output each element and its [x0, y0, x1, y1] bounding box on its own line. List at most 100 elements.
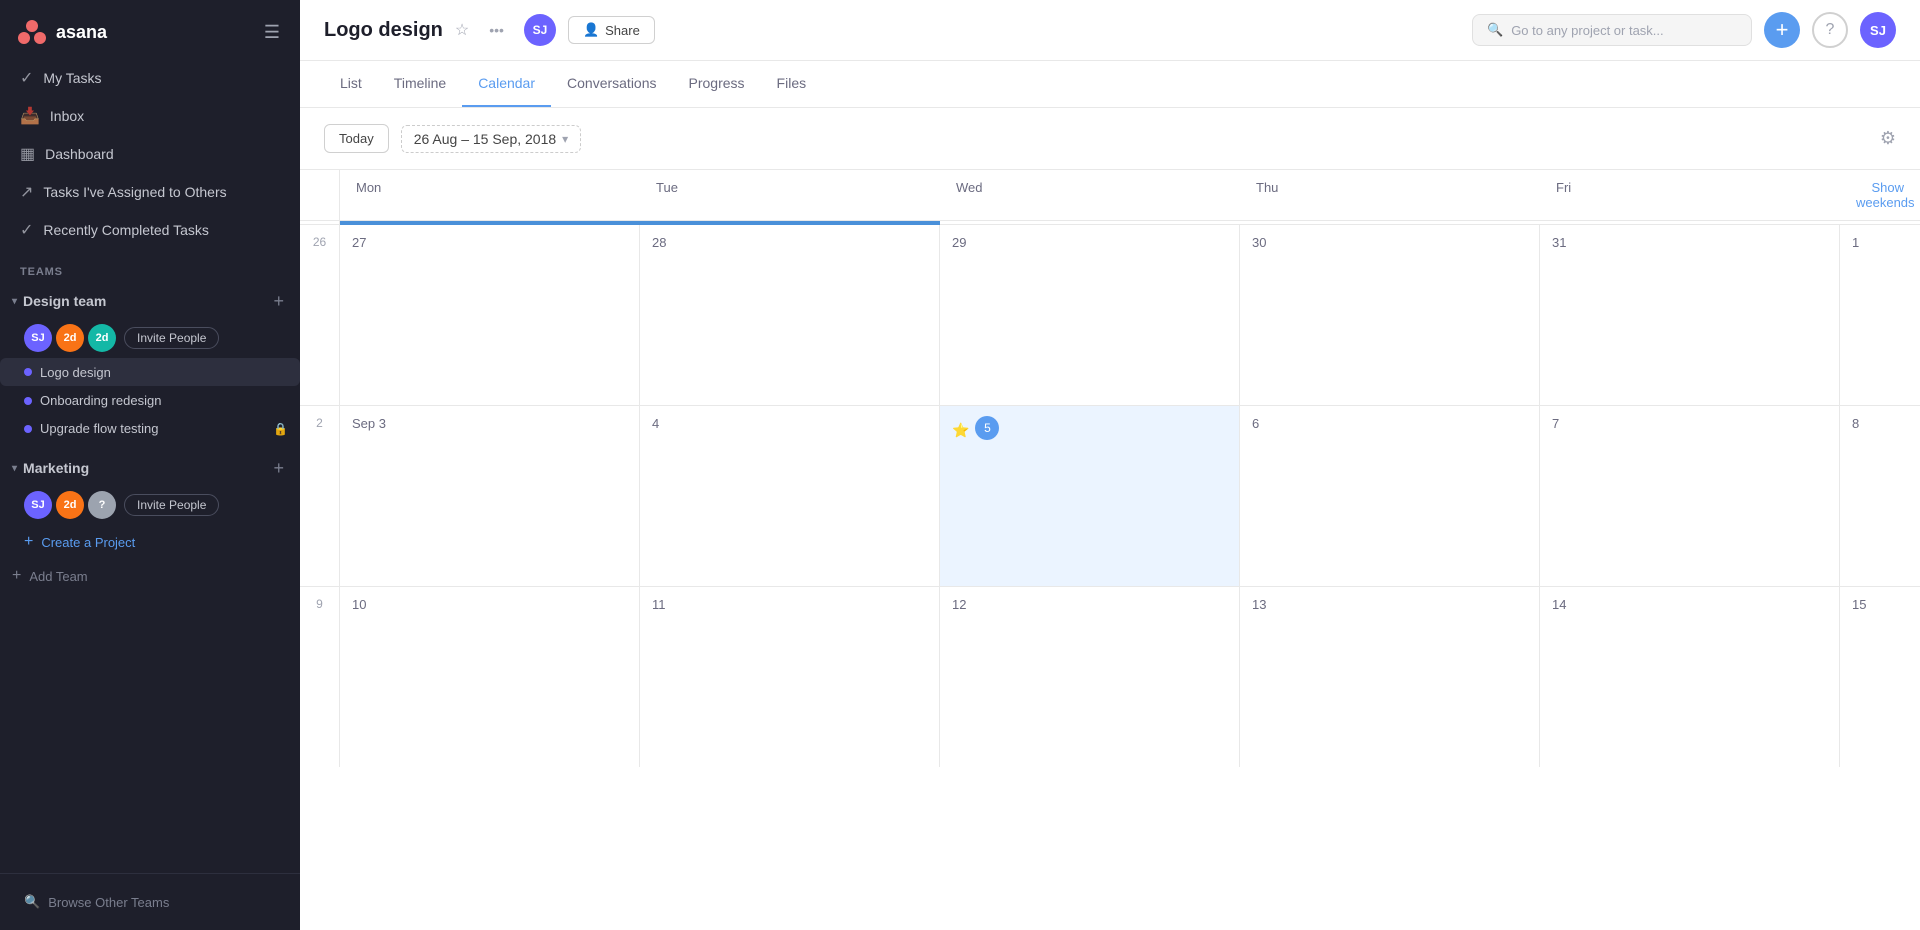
col-header-wed: Wed — [940, 170, 1240, 220]
project-label-upgrade: Upgrade flow testing — [40, 421, 159, 436]
project-dot-onboarding — [24, 397, 32, 405]
design-team-members: SJ 2d 2d Invite People — [0, 318, 300, 358]
calendar-day-15[interactable]: 15 — [1840, 587, 1920, 767]
sidebar-item-tasks-assigned-label: Tasks I've Assigned to Others — [43, 184, 226, 200]
calendar-settings-button[interactable]: ⚙ — [1880, 128, 1896, 149]
sidebar-item-my-tasks[interactable]: ✓ My Tasks — [8, 60, 292, 96]
collapse-sidebar-button[interactable]: ☰ — [260, 18, 284, 47]
project-dot-logo — [24, 368, 32, 376]
tabs-nav: List Timeline Calendar Conversations Pro… — [300, 61, 1920, 108]
sidebar-item-tasks-assigned[interactable]: ↗ Tasks I've Assigned to Others — [8, 174, 292, 210]
project-label-onboarding: Onboarding redesign — [40, 393, 161, 408]
show-weekends-button[interactable]: Show weekends — [1840, 170, 1920, 220]
calendar-day-11[interactable]: 11 — [640, 587, 940, 767]
add-to-design-team-button[interactable]: + — [269, 292, 288, 310]
marketing-team-invite-button[interactable]: Invite People — [124, 494, 219, 516]
sidebar-item-dashboard-label: Dashboard — [45, 146, 114, 162]
create-project-button[interactable]: + Create a Project — [0, 525, 300, 559]
calendar-day-6[interactable]: 6 — [1240, 406, 1540, 586]
topbar: Logo design ☆ ••• SJ 👤 Share 🔍 Go to any… — [300, 0, 1920, 61]
sidebar-item-inbox-label: Inbox — [50, 108, 84, 124]
create-project-label: Create a Project — [41, 535, 135, 550]
avatar-2d-marketing: 2d — [56, 491, 84, 519]
team-marketing-header[interactable]: ▾ Marketing + — [0, 451, 300, 485]
day-number-30: 30 — [1252, 235, 1527, 250]
calendar-day-8[interactable]: 8 — [1840, 406, 1920, 586]
plus-icon-team: + — [12, 567, 21, 585]
chevron-down-icon-marketing: ▾ — [12, 463, 17, 474]
tab-calendar[interactable]: Calendar — [462, 61, 551, 107]
project-item-upgrade[interactable]: Upgrade flow testing 🔒 — [0, 415, 300, 442]
date-range-picker[interactable]: 26 Aug – 15 Sep, 2018 ▾ — [401, 125, 582, 153]
logo-text: asana — [56, 22, 107, 43]
calendar-day-4[interactable]: 4 — [640, 406, 940, 586]
team-design-header[interactable]: ▾ Design team + — [0, 284, 300, 318]
browse-teams-button[interactable]: 🔍 Browse Other Teams — [12, 886, 288, 918]
calendar-weeks: 26 27 28 29 30 31 — [300, 221, 1920, 930]
calendar-day-29[interactable]: 29 — [940, 225, 1240, 405]
calendar-day-5-today[interactable]: ⭐ 5 — [940, 406, 1240, 586]
calendar-area: Today 26 Aug – 15 Sep, 2018 ▾ ⚙ Mon Tue … — [300, 108, 1920, 930]
tab-timeline[interactable]: Timeline — [378, 61, 462, 107]
add-task-button[interactable]: + — [1764, 12, 1800, 48]
search-icon: 🔍 — [1487, 22, 1503, 38]
day-number-8: 8 — [1852, 416, 1908, 431]
week-num-2: 2 — [300, 406, 340, 586]
check-icon: ✓ — [20, 68, 33, 88]
project-item-onboarding[interactable]: Onboarding redesign — [0, 387, 300, 414]
day-number-sep3: Sep 3 — [352, 416, 627, 431]
user-avatar-button[interactable]: SJ — [1860, 12, 1896, 48]
sidebar-item-dashboard[interactable]: ▦ Dashboard — [8, 136, 292, 172]
tab-files[interactable]: Files — [761, 61, 823, 107]
day-number-10: 10 — [352, 597, 627, 612]
add-team-button[interactable]: + Add Team — [0, 559, 300, 593]
calendar-day-7[interactable]: 7 — [1540, 406, 1840, 586]
add-team-label: Add Team — [29, 569, 87, 584]
chevron-down-icon: ▾ — [12, 296, 17, 307]
search-bar[interactable]: 🔍 Go to any project or task... — [1472, 14, 1752, 46]
sidebar-header: asana ☰ — [0, 0, 300, 60]
avatar-gray-marketing: ? — [88, 491, 116, 519]
add-to-marketing-team-button[interactable]: + — [269, 459, 288, 477]
design-team-invite-button[interactable]: Invite People — [124, 327, 219, 349]
main-content: Logo design ☆ ••• SJ 👤 Share 🔍 Go to any… — [300, 0, 1920, 930]
calendar-day-sep3[interactable]: Sep 3 — [340, 406, 640, 586]
asana-logo[interactable]: asana — [16, 16, 107, 48]
more-options-button[interactable]: ••• — [481, 18, 512, 42]
help-button[interactable]: ? — [1812, 12, 1848, 48]
project-dot-upgrade — [24, 425, 32, 433]
calendar-day-30[interactable]: 30 — [1240, 225, 1540, 405]
calendar-week-row-3: 9 10 11 12 13 14 — [300, 587, 1920, 767]
star-button[interactable]: ☆ — [455, 20, 469, 40]
tab-conversations[interactable]: Conversations — [551, 61, 673, 107]
plus-icon: + — [24, 533, 33, 551]
sidebar-item-recently-completed[interactable]: ✓ Recently Completed Tasks — [8, 212, 292, 248]
col-header-mon: Mon — [340, 170, 640, 220]
calendar-day-28[interactable]: 28 — [640, 225, 940, 405]
sidebar-item-inbox[interactable]: 📥 Inbox — [8, 98, 292, 134]
lock-icon: 🔒 — [273, 422, 288, 436]
day-number-1: 1 — [1852, 235, 1908, 250]
calendar-day-31[interactable]: 31 — [1540, 225, 1840, 405]
today-button[interactable]: Today — [324, 124, 389, 153]
search-placeholder: Go to any project or task... — [1511, 23, 1663, 38]
share-button[interactable]: 👤 Share — [568, 16, 655, 44]
tab-progress[interactable]: Progress — [673, 61, 761, 107]
browse-teams-label: Browse Other Teams — [48, 895, 169, 910]
tab-list[interactable]: List — [324, 61, 378, 107]
team-design-name: Design team — [23, 293, 106, 309]
calendar-day-12[interactable]: 12 — [940, 587, 1240, 767]
date-range-text: 26 Aug – 15 Sep, 2018 — [414, 131, 556, 147]
calendar-day-13[interactable]: 13 — [1240, 587, 1540, 767]
calendar-day-10[interactable]: 10 — [340, 587, 640, 767]
avatar-2d-teal: 2d — [88, 324, 116, 352]
day-number-6: 6 — [1252, 416, 1527, 431]
calendar-day-1[interactable]: 1 — [1840, 225, 1920, 405]
calendar-day-14[interactable]: 14 — [1540, 587, 1840, 767]
calendar-grid: Mon Tue Wed Thu Fri Show weekends 26 27 — [300, 170, 1920, 930]
day-number-28: 28 — [652, 235, 927, 250]
share-icon: 👤 — [583, 22, 599, 38]
day-number-4: 4 — [652, 416, 927, 431]
calendar-day-27[interactable]: 27 — [340, 225, 640, 405]
project-item-logo-design[interactable]: Logo design ••• — [0, 358, 300, 386]
